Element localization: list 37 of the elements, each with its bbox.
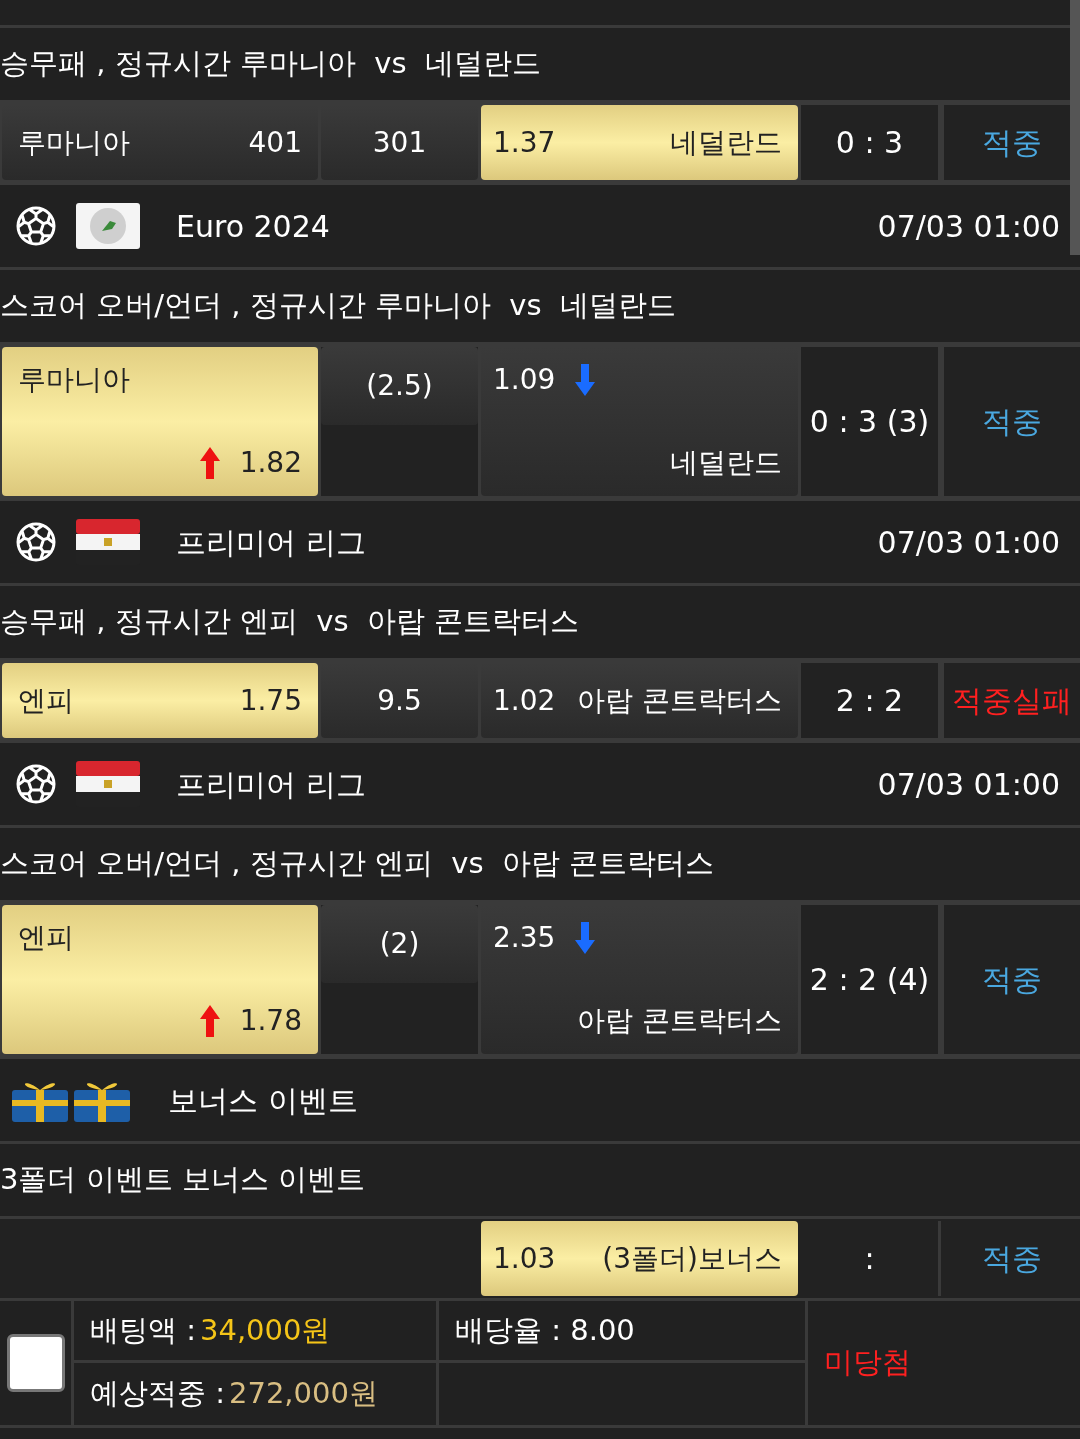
result-label: 적중 [982, 403, 1042, 441]
scrollbar[interactable] [1070, 0, 1080, 255]
score: : [864, 1240, 875, 1278]
market-title: 승무패 , 정규시간 엔피 vs 아랍 콘트락터스 [0, 603, 580, 641]
away-odds-button[interactable]: 1.37 네덜란드 [481, 105, 798, 180]
market-title: 스코어 오버/언더 , 정규시간 루마니아 vs 네덜란드 [0, 287, 676, 325]
result-label: 적중실패 [952, 682, 1072, 720]
market-title: 스코어 오버/언더 , 정규시간 엔피 vs 아랍 콘트락터스 [0, 845, 715, 883]
league-name: 보너스 이벤트 [168, 1081, 358, 1120]
bet-amount: 34,000원 [200, 1311, 331, 1349]
bet-amount-label: 배팅액 : [90, 1311, 196, 1349]
status-label: 미당첨 [824, 1344, 911, 1382]
expected-payout-label: 예상적중 : [90, 1375, 225, 1413]
over-odds-button[interactable]: 엔피 1.78 [2, 905, 318, 1054]
over-odds-button[interactable]: 루마니아 1.82 [2, 347, 318, 496]
market-title: 승무패 , 정규시간 루마니아 vs 네덜란드 [0, 45, 542, 83]
match-time: 07/03 01:00 [877, 523, 1061, 562]
expected-payout: 272,000원 [229, 1375, 378, 1413]
score: 0 : 3 (3) [809, 403, 930, 441]
league-name: Euro 2024 [176, 207, 330, 246]
odds-rate: 배당율 : 8.00 [455, 1311, 635, 1349]
match-time: 07/03 01:00 [877, 765, 1061, 804]
away-odds-button[interactable]: 1.03 (3폴더)보너스 [481, 1221, 798, 1296]
line-button[interactable]: (2) [321, 905, 478, 983]
league-name: 프리미어 리그 [176, 765, 366, 804]
result-label: 적중 [982, 961, 1042, 999]
line-button[interactable]: (2.5) [321, 347, 478, 425]
match-time: 07/03 01:00 [877, 207, 1061, 246]
market-title: 3폴더 이벤트 보너스 이벤트 [0, 1161, 366, 1199]
league-name: 프리미어 리그 [176, 523, 366, 562]
score: 2 : 2 (4) [809, 961, 930, 999]
score: 2 : 2 [835, 682, 904, 720]
result-label: 적중 [982, 1240, 1042, 1278]
home-odds-button[interactable]: 엔피 1.75 [2, 663, 318, 738]
score: 0 : 3 [835, 124, 904, 162]
result-label: 적중 [982, 124, 1042, 162]
checkbox[interactable] [6, 1334, 65, 1392]
